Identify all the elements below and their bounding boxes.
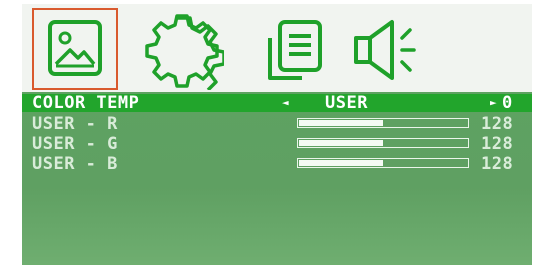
color-temp-row[interactable]: COLOR TEMP ◄ USER ► 0: [22, 94, 532, 112]
user-b-value: 128: [481, 154, 514, 174]
tab-setup[interactable]: [144, 8, 224, 90]
user-r-slider[interactable]: [297, 118, 469, 128]
user-b-slider-fill: [299, 160, 383, 166]
color-temp-menu: COLOR TEMP ◄ USER ► 0 USER - R 128 USER …: [22, 92, 532, 265]
user-g-slider[interactable]: [297, 138, 469, 148]
gear-icon: [145, 14, 224, 90]
osd-screen: COLOR TEMP ◄ USER ► 0 USER - R 128 USER …: [0, 0, 539, 271]
user-g-row[interactable]: USER - G 128: [22, 134, 532, 154]
user-b-row[interactable]: USER - B 128: [22, 154, 532, 174]
color-temp-value: USER: [325, 93, 368, 113]
user-b-slider[interactable]: [297, 158, 469, 168]
picture-icon: [48, 20, 102, 76]
user-g-slider-fill: [299, 140, 383, 146]
left-arrow-icon[interactable]: ◄: [282, 94, 289, 112]
user-r-label: USER - R: [32, 114, 118, 134]
menu-tab-bar: [22, 4, 532, 92]
user-g-label: USER - G: [32, 134, 118, 154]
user-g-value: 128: [481, 134, 514, 154]
tab-documents[interactable]: [252, 8, 332, 90]
tab-picture[interactable]: [32, 8, 118, 90]
user-r-value: 128: [481, 114, 514, 134]
right-arrow-icon[interactable]: ►: [490, 94, 497, 112]
speaker-icon: [354, 20, 416, 80]
user-b-label: USER - B: [32, 154, 118, 174]
user-r-slider-fill: [299, 120, 383, 126]
user-r-row[interactable]: USER - R 128: [22, 114, 532, 134]
tab-audio[interactable]: [350, 8, 450, 90]
color-temp-index: 0: [502, 93, 513, 113]
documents-icon: [268, 20, 322, 80]
color-temp-label: COLOR TEMP: [32, 93, 140, 113]
